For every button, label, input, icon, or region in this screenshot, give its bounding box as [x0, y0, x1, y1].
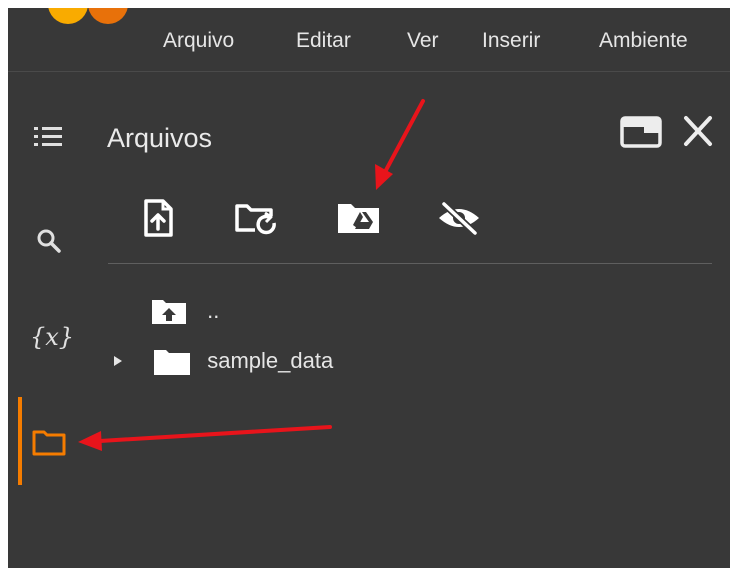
parent-folder-icon [152, 300, 186, 325]
tree-item-label: sample_data [207, 348, 334, 374]
folder-icon-glyph [32, 430, 66, 456]
variables-icon-label: {x} [30, 323, 75, 351]
refresh-folder-icon-glyph [235, 204, 276, 235]
menu-ambiente[interactable]: Ambiente [599, 28, 688, 54]
mount-drive-icon-glyph [338, 204, 379, 233]
mount-drive-icon[interactable] [335, 198, 379, 238]
active-tab-indicator [18, 397, 22, 485]
variables-icon[interactable]: {x} [30, 322, 74, 352]
colab-window: Arquivo Editar Ver Inserir Ambiente {x} … [8, 8, 730, 568]
menu-bar: Arquivo Editar Ver Inserir Ambiente [8, 8, 730, 72]
upload-file-icon-glyph [144, 199, 173, 237]
upload-file-icon[interactable] [138, 198, 178, 238]
menu-arquivo[interactable]: Arquivo [163, 28, 234, 54]
open-in-tab-icon[interactable] [618, 114, 664, 155]
menu-editar[interactable]: Editar [296, 28, 351, 54]
open-in-tab-icon-glyph [620, 116, 662, 148]
menu-ver[interactable]: Ver [407, 28, 439, 54]
hidden-files-icon[interactable] [435, 198, 479, 238]
parent-directory-row[interactable]: .. [151, 296, 219, 325]
toolbar-divider [108, 263, 712, 264]
hidden-files-icon-glyph [439, 201, 479, 236]
panel-title: Arquivos [107, 123, 213, 153]
table-of-contents-icon[interactable] [33, 125, 63, 154]
tree-item-sample-data[interactable]: sample_data [111, 346, 333, 376]
close-icon[interactable] [678, 112, 718, 157]
menu-inserir[interactable]: Inserir [482, 28, 540, 54]
parent-directory-label: .. [207, 298, 220, 324]
table-of-contents-icon-glyph [34, 127, 62, 146]
close-icon-glyph [684, 116, 712, 146]
refresh-folder-icon[interactable] [233, 198, 276, 238]
search-icon[interactable] [36, 228, 62, 259]
search-icon-glyph [37, 229, 61, 253]
folder-icon-sample-data [154, 350, 191, 376]
folder-icon[interactable] [32, 428, 66, 461]
expand-arrow-icon[interactable] [111, 354, 125, 368]
